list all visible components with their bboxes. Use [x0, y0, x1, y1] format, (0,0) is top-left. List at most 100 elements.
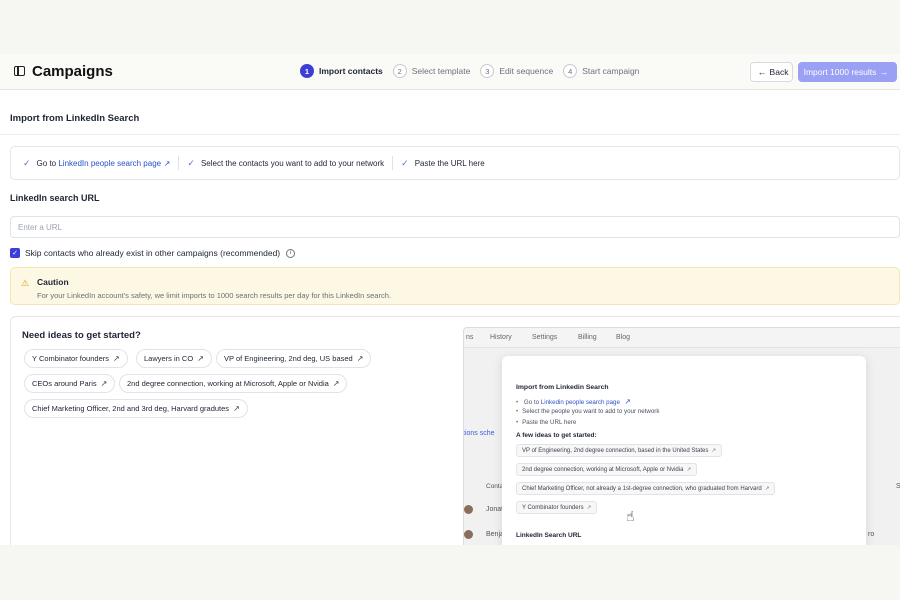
warning-icon: ⚠ [21, 278, 30, 288]
preview-screenshot: ns History Settings Billing Blog tions s… [463, 327, 900, 545]
preview-bullet-prefix: Go to [523, 399, 540, 406]
idea-chip-label: CEOs around Paris [32, 379, 97, 388]
idea-chip[interactable]: Y Combinator founders ↗ [24, 349, 128, 368]
idea-chip-label: VP of Engineering, 2nd deg, US based [224, 354, 353, 363]
skip-contacts-label[interactable]: Skip contacts who already exist in other… [25, 248, 280, 258]
back-button[interactable]: ← Back [750, 62, 793, 82]
external-link-icon: ↗ [233, 404, 240, 413]
step-number: 1 [300, 64, 314, 78]
preview-nav-item: Billing [578, 334, 597, 341]
external-link-icon: ↗ [113, 354, 120, 363]
preview-ideas-title: A few ideas to get started: [516, 432, 597, 439]
caution-title: Caution [37, 277, 69, 287]
preview-chip-label: Y Combinator founders [522, 504, 584, 511]
external-link-icon: ↗ [197, 354, 204, 363]
avatar [464, 530, 473, 539]
idea-chip-label: Chief Marketing Officer, 2nd and 3rd deg… [32, 404, 230, 413]
step-select-template[interactable]: 2 Select template [392, 64, 471, 78]
preview-chip: Chief Marketing Officer, not already a 1… [516, 482, 776, 495]
instructions-box: ✓ Go to LinkedIn people search page ↗ ✓ … [10, 146, 900, 180]
preview-bg-text: ro [868, 531, 875, 538]
idea-chip[interactable]: Chief Marketing Officer, 2nd and 3rd deg… [24, 399, 248, 418]
caution-text: For your LinkedIn account's safety, we l… [37, 291, 391, 300]
idea-chip[interactable]: VP of Engineering, 2nd deg, US based ↗ [216, 349, 372, 368]
info-icon[interactable]: i [286, 248, 296, 258]
step-number: 2 [392, 64, 407, 78]
divider [0, 134, 900, 135]
step-number: 4 [563, 64, 578, 78]
sidebar-toggle-icon[interactable] [14, 66, 25, 76]
check-icon: ✓ [23, 157, 31, 168]
header-bar: Campaigns 1 Import contacts 2 Select tem… [0, 54, 900, 90]
step-label: Import contacts [319, 66, 383, 76]
preview-nav-item: Settings [532, 334, 558, 341]
separator [392, 156, 394, 170]
external-link-icon: ↗ [164, 158, 171, 168]
check-icon: ✓ [187, 157, 195, 168]
preview-nav-item: ns [466, 334, 474, 341]
step-label: Select template [411, 66, 471, 76]
idea-chip[interactable]: CEOs around Paris ↗ [24, 374, 116, 393]
external-link-icon: ↗ [711, 447, 716, 454]
preview-bg-text: Conta [486, 483, 504, 490]
preview-nav-item: Blog [616, 334, 631, 341]
section-title: Import from LinkedIn Search [10, 113, 140, 124]
import-label: Import 1000 results [803, 67, 877, 77]
hand-cursor-icon: ☝ [626, 508, 635, 524]
external-link-icon: ↗ [356, 354, 364, 363]
preview-bullet: Paste the URL here [516, 419, 576, 426]
preview-chip: 2nd degree connection, working at Micros… [516, 463, 698, 476]
preview-bg-text: S [896, 483, 900, 490]
preview-chip: VP of Engineering, 2nd degree connection… [516, 444, 722, 457]
idea-chip-label: Lawyers in CO [144, 354, 194, 363]
step-label: Edit sequence [499, 66, 554, 76]
step-start-campaign[interactable]: 4 Start campaign [563, 64, 639, 78]
preview-link: Linkedin people search page [540, 399, 620, 406]
preview-modal: Import from Linkedin Search Go to Linked… [502, 356, 866, 545]
arrow-left-icon: ← [757, 67, 767, 77]
check-icon: ✓ [401, 157, 409, 168]
idea-chip[interactable]: 2nd degree connection, working at Micros… [119, 374, 348, 393]
preview-bg-text: tions sche [463, 430, 495, 437]
idea-chip[interactable]: Lawyers in CO ↗ [136, 349, 212, 368]
ideas-panel: Need ideas to get started? Y Combinator … [10, 316, 900, 545]
instruction-step-3: Paste the URL here [414, 158, 485, 168]
external-link-icon: ↗ [686, 466, 692, 473]
preview-url-label: LinkedIn Search URL [516, 532, 582, 539]
idea-chip-label: 2nd degree connection, working at Micros… [127, 379, 329, 388]
arrow-right-icon: → [879, 67, 889, 77]
preview-bg-text: Jonat [486, 506, 504, 513]
skip-contacts-checkbox[interactable]: ✓ [10, 248, 20, 258]
external-link-icon: ↗ [586, 504, 592, 511]
linkedin-url-input[interactable]: Enter a URL [10, 216, 900, 238]
avatar [464, 505, 473, 514]
preview-chip-label: 2nd degree connection, working at Micros… [522, 466, 684, 473]
preview-chip: Y Combinator founders ↗ [516, 501, 598, 514]
step-edit-sequence[interactable]: 3 Edit sequence [480, 64, 553, 78]
back-label: Back [769, 67, 789, 77]
ideas-title: Need ideas to get started? [22, 330, 141, 341]
linkedin-search-link[interactable]: LinkedIn people search page [58, 159, 161, 168]
preview-bullet: Select the people you want to add to you… [516, 408, 659, 415]
step-number: 3 [480, 64, 495, 78]
url-label: LinkedIn search URL [10, 193, 100, 203]
preview-modal-title: Import from Linkedin Search [516, 384, 609, 391]
skip-contacts-row: ✓ Skip contacts who already exist in oth… [10, 248, 296, 258]
idea-chip-label: Y Combinator founders [32, 354, 109, 363]
app-window: Campaigns 1 Import contacts 2 Select tem… [0, 54, 900, 545]
preview-nav-item: History [490, 334, 512, 341]
caution-banner: ⚠ Caution For your LinkedIn account's sa… [10, 267, 900, 305]
external-link-icon: ↗ [100, 379, 108, 388]
preview-chip-label: Chief Marketing Officer, not already a 1… [522, 485, 762, 492]
external-link-icon: ↗ [332, 379, 340, 388]
step-label: Start campaign [582, 66, 640, 76]
preview-nav: ns History Settings Billing Blog [464, 328, 900, 348]
instruction-step-1-prefix: Go to [36, 158, 57, 168]
step-import-contacts[interactable]: 1 Import contacts [300, 64, 383, 78]
external-link-icon: ↗ [764, 485, 770, 492]
url-placeholder: Enter a URL [18, 222, 63, 232]
preview-chip-label: VP of Engineering, 2nd degree connection… [522, 447, 709, 454]
page-title: Campaigns [32, 63, 113, 80]
import-results-button[interactable]: Import 1000 results → [798, 62, 897, 82]
instruction-step-2: Select the contacts you want to add to y… [200, 158, 385, 168]
